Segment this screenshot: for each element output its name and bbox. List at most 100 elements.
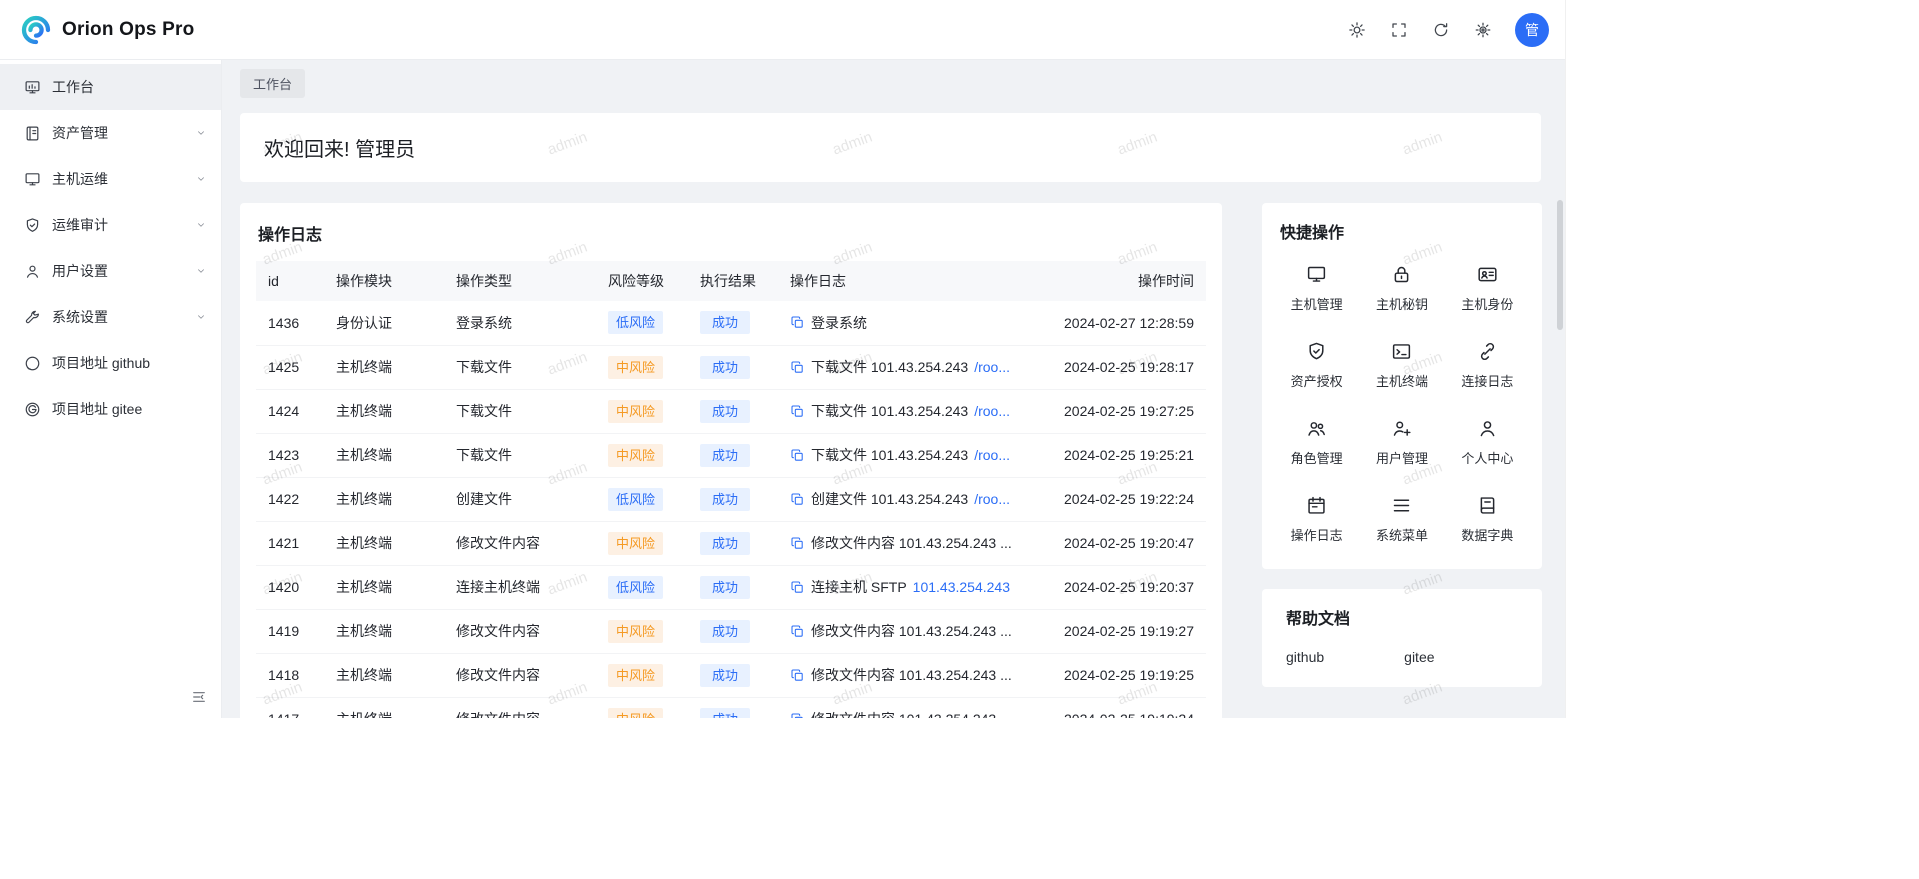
copy-icon[interactable]	[790, 360, 805, 375]
quick-action-item[interactable]: 主机管理	[1274, 249, 1359, 326]
risk-badge: 中风险	[608, 444, 663, 467]
cell-type: 下载文件	[444, 345, 596, 389]
result-badge: 成功	[700, 532, 750, 555]
sidebar-item[interactable]: 资产管理	[0, 110, 221, 156]
copy-icon[interactable]	[790, 580, 805, 595]
quick-action-item[interactable]: 资产授权	[1274, 326, 1359, 403]
result-badge: 成功	[700, 356, 750, 379]
quick-action-item[interactable]: 角色管理	[1274, 403, 1359, 480]
copy-icon[interactable]	[790, 668, 805, 683]
log-link[interactable]: /roo...	[974, 491, 1010, 507]
table-row[interactable]: 1423 主机终端 下载文件 中风险 成功 下载文件 101.43.254.24…	[256, 433, 1206, 477]
cell-module: 主机终端	[324, 521, 444, 565]
quick-action-label: 角色管理	[1291, 448, 1343, 467]
cell-type: 修改文件内容	[444, 653, 596, 697]
sidebar-item-icon	[24, 401, 41, 418]
cell-id: 1420	[256, 565, 324, 609]
header-action-button[interactable]	[1423, 12, 1459, 48]
copy-icon[interactable]	[790, 448, 805, 463]
quick-action-icon	[1477, 264, 1498, 285]
copy-icon[interactable]	[790, 492, 805, 507]
quick-action-item[interactable]: 主机秘钥	[1359, 249, 1444, 326]
copy-icon[interactable]	[790, 404, 805, 419]
cell-type: 下载文件	[444, 433, 596, 477]
cell-time: 2024-02-25 19:20:37	[1028, 565, 1206, 609]
help-docs-title: 帮助文档	[1286, 605, 1518, 629]
result-badge: 成功	[700, 444, 750, 467]
header-action-button[interactable]	[1381, 12, 1417, 48]
quick-action-icon	[1306, 341, 1327, 362]
chevron-down-icon	[195, 173, 207, 185]
sidebar-item-label: 项目地址 gitee	[52, 399, 142, 419]
sidebar-item[interactable]: 运维审计	[0, 202, 221, 248]
table-row[interactable]: 1417 主机终端 修改文件内容 中风险 成功 修改文件内容 101.43.25…	[256, 697, 1206, 718]
log-link[interactable]: /roo...	[974, 359, 1010, 375]
log-message: 修改文件内容 101.43.254.243 ...	[790, 621, 1016, 641]
cell-type: 修改文件内容	[444, 697, 596, 718]
cell-time: 2024-02-25 19:22:24	[1028, 477, 1206, 521]
operation-log-card: 操作日志 id 操作模块 操作类型 风险等级 执行结果 操作日志 操作时间 14…	[240, 203, 1222, 718]
help-docs-card: 帮助文档 github gitee	[1262, 589, 1542, 687]
sidebar-item-label: 项目地址 github	[52, 353, 150, 373]
header-action-button[interactable]	[1465, 12, 1501, 48]
log-message: 修改文件内容 101.43.254.243 ...	[790, 665, 1016, 685]
cell-type: 修改文件内容	[444, 609, 596, 653]
table-column-header: 操作模块	[324, 261, 444, 301]
sidebar-item[interactable]: 项目地址 gitee	[0, 386, 221, 432]
cell-id: 1436	[256, 301, 324, 345]
scrollbar-thumb[interactable]	[1557, 200, 1563, 330]
header-action-button[interactable]	[1339, 12, 1375, 48]
top-header: Orion Ops Pro 管	[0, 0, 1565, 60]
cell-time: 2024-02-25 19:25:21	[1028, 433, 1206, 477]
copy-icon[interactable]	[790, 712, 805, 719]
quick-action-item[interactable]: 连接日志	[1445, 326, 1530, 403]
help-doc-link[interactable]: gitee	[1404, 649, 1434, 665]
quick-action-item[interactable]: 数据字典	[1445, 480, 1530, 557]
result-badge: 成功	[700, 576, 750, 599]
table-row[interactable]: 1424 主机终端 下载文件 中风险 成功 下载文件 101.43.254.24…	[256, 389, 1206, 433]
quick-action-item[interactable]: 用户管理	[1359, 403, 1444, 480]
quick-action-label: 个人中心	[1461, 448, 1513, 467]
risk-badge: 中风险	[608, 400, 663, 423]
table-row[interactable]: 1419 主机终端 修改文件内容 中风险 成功 修改文件内容 101.43.25…	[256, 609, 1206, 653]
table-row[interactable]: 1418 主机终端 修改文件内容 中风险 成功 修改文件内容 101.43.25…	[256, 653, 1206, 697]
table-row[interactable]: 1420 主机终端 连接主机终端 低风险 成功 连接主机 SFTP 101.43…	[256, 565, 1206, 609]
sidebar-item[interactable]: 项目地址 github	[0, 340, 221, 386]
sidebar-item[interactable]: 工作台	[0, 64, 221, 110]
copy-icon[interactable]	[790, 315, 805, 330]
log-text: 修改文件内容 101.43.254.243 ...	[811, 621, 1012, 641]
table-row[interactable]: 1421 主机终端 修改文件内容 中风险 成功 修改文件内容 101.43.25…	[256, 521, 1206, 565]
quick-action-item[interactable]: 主机终端	[1359, 326, 1444, 403]
sidebar-item-icon	[24, 79, 41, 96]
quick-action-item[interactable]: 主机身份	[1445, 249, 1530, 326]
sidebar-item[interactable]: 主机运维	[0, 156, 221, 202]
copy-icon[interactable]	[790, 536, 805, 551]
quick-action-icon	[1477, 341, 1498, 362]
sidebar-collapse-button[interactable]	[191, 689, 207, 705]
user-avatar[interactable]: 管	[1515, 13, 1549, 47]
sidebar-item[interactable]: 用户设置	[0, 248, 221, 294]
sidebar-item-icon	[24, 263, 41, 280]
table-row[interactable]: 1425 主机终端 下载文件 中风险 成功 下载文件 101.43.254.24…	[256, 345, 1206, 389]
help-doc-link[interactable]: github	[1286, 649, 1324, 665]
quick-action-label: 主机秘钥	[1376, 294, 1428, 313]
quick-action-item[interactable]: 个人中心	[1445, 403, 1530, 480]
log-link[interactable]: 101.43.254.243	[913, 579, 1010, 595]
sidebar-item[interactable]: 系统设置	[0, 294, 221, 340]
table-row[interactable]: 1436 身份认证 登录系统 低风险 成功 登录系统 2024-02-27 12…	[256, 301, 1206, 345]
cell-type: 连接主机终端	[444, 565, 596, 609]
table-row[interactable]: 1422 主机终端 创建文件 低风险 成功 创建文件 101.43.254.24…	[256, 477, 1206, 521]
cell-id: 1422	[256, 477, 324, 521]
table-column-header: 操作日志	[778, 261, 1028, 301]
log-link[interactable]: /roo...	[974, 447, 1010, 463]
breadcrumb-tab-workbench[interactable]: 工作台	[240, 69, 305, 98]
quick-action-icon	[1306, 495, 1327, 516]
log-message: 修改文件内容 101.43.254.243 ...	[790, 709, 1016, 718]
chevron-down-icon	[195, 265, 207, 277]
cell-module: 主机终端	[324, 433, 444, 477]
quick-action-item[interactable]: 操作日志	[1274, 480, 1359, 557]
log-link[interactable]: /roo...	[974, 403, 1010, 419]
copy-icon[interactable]	[790, 624, 805, 639]
sidebar: 工作台 资产管理 主机运维 运维审计 用户设置 系统设置 项目地址 github…	[0, 60, 222, 718]
quick-action-item[interactable]: 系统菜单	[1359, 480, 1444, 557]
